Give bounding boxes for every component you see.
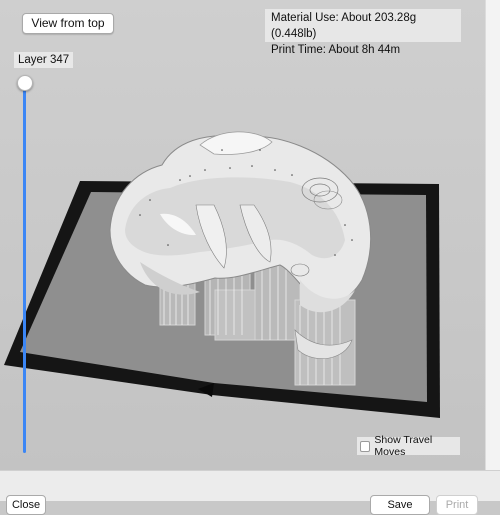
show-travel-moves-toggle[interactable]: Show Travel Moves (357, 434, 460, 458)
save-button[interactable]: Save (370, 495, 430, 515)
show-travel-moves-checkbox[interactable] (360, 440, 371, 452)
print-time-text: Print Time: About 8h 44m (271, 44, 401, 56)
view-from-top-button[interactable]: View from top (22, 13, 114, 34)
vertical-scrollbar[interactable] (485, 0, 500, 470)
layer-slider-track[interactable] (23, 82, 26, 453)
show-travel-moves-label: Show Travel Moves (374, 434, 433, 458)
dialog-footer: Close Save Print (0, 470, 500, 515)
preview-viewport[interactable]: View from top Material Use: About 203.28… (0, 0, 485, 470)
material-use-text: Material Use: About 203.28g (0.448lb) (271, 12, 417, 40)
layer-label: Layer 347 (14, 52, 74, 68)
print-button[interactable]: Print (436, 495, 478, 515)
layer-slider-handle[interactable] (17, 75, 33, 91)
print-preview-scene[interactable] (0, 0, 485, 470)
close-button[interactable]: Close (6, 495, 46, 515)
print-stats-panel: Material Use: About 203.28g (0.448lb) Pr… (265, 9, 461, 56)
